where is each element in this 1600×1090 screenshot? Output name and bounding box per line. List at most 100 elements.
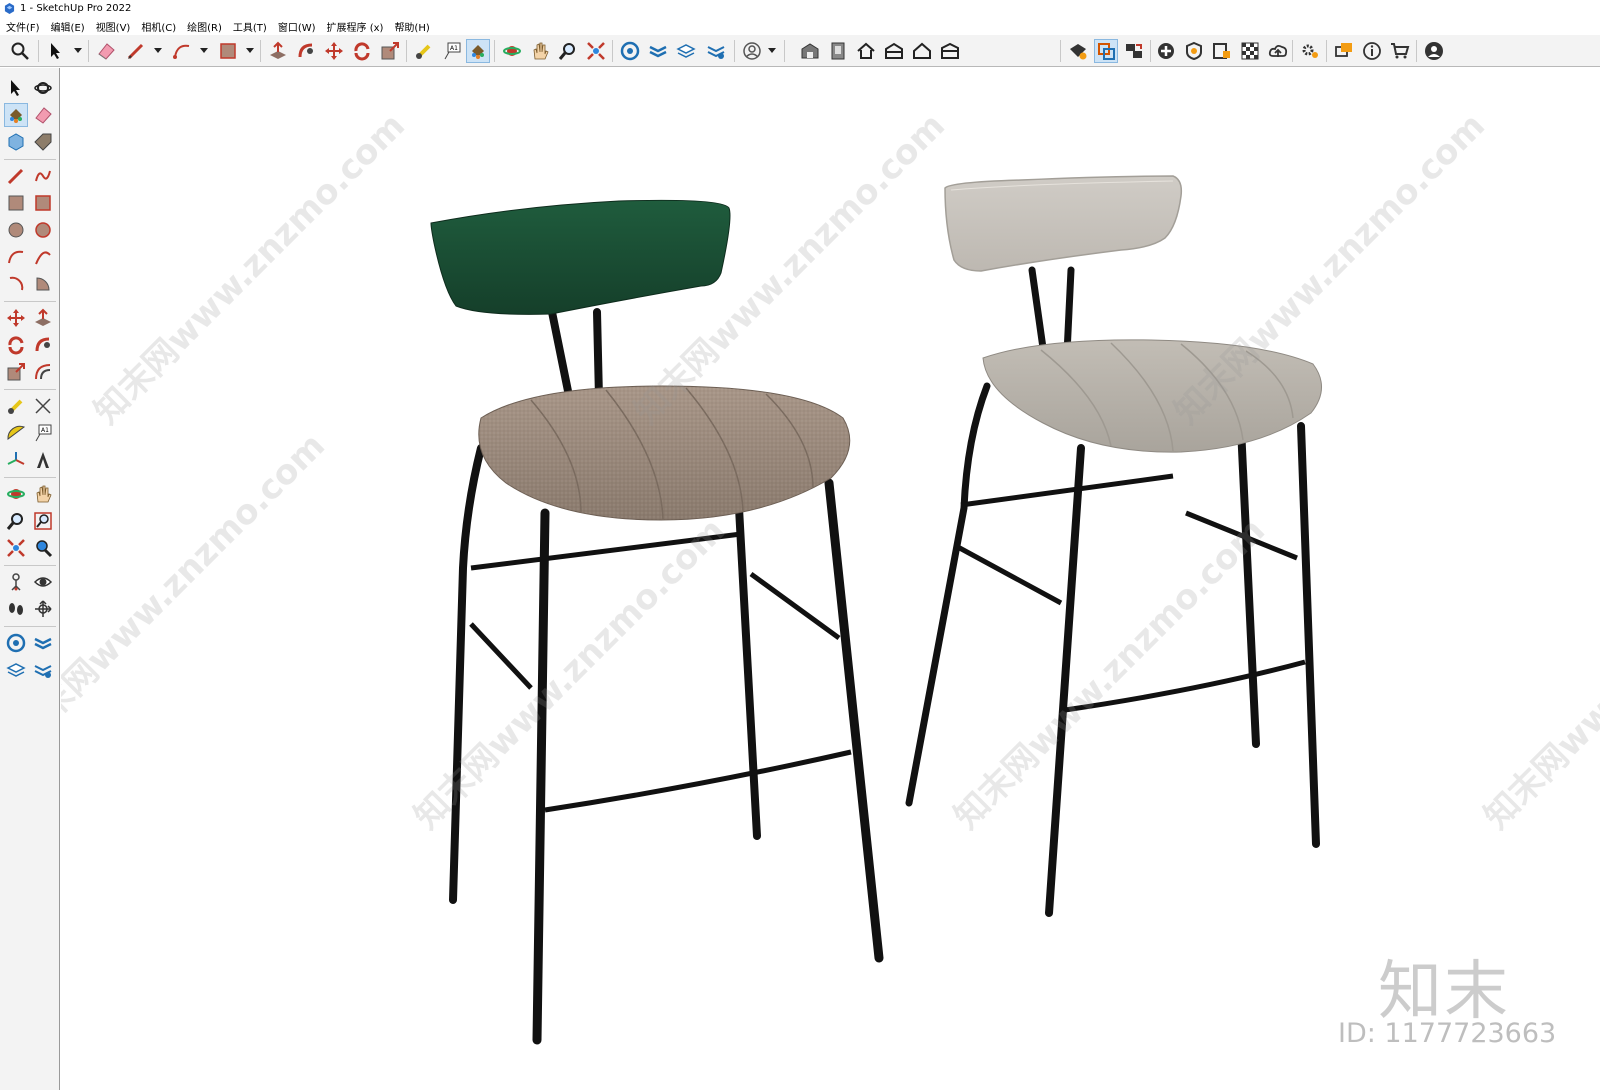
trimble-icon[interactable] xyxy=(618,39,642,63)
three-point-arc-icon[interactable] xyxy=(31,272,55,296)
menu-camera[interactable]: 相机(C) xyxy=(141,19,176,34)
push-pull-icon[interactable] xyxy=(266,39,290,63)
look-around-icon[interactable] xyxy=(31,570,55,594)
paint-bucket-icon[interactable] xyxy=(466,39,490,63)
arc-icon[interactable] xyxy=(170,39,194,63)
component-icon[interactable] xyxy=(4,130,28,154)
zoom-extents-icon[interactable] xyxy=(584,39,608,63)
pan-icon[interactable] xyxy=(31,482,55,506)
select-dropdown-icon[interactable] xyxy=(74,48,82,53)
dimension-icon[interactable] xyxy=(31,394,55,418)
add-location-icon[interactable] xyxy=(1154,39,1178,63)
orbit-icon[interactable] xyxy=(31,76,55,100)
pie-icon[interactable] xyxy=(4,272,28,296)
offset-icon[interactable] xyxy=(31,360,55,384)
account-dropdown-icon[interactable] xyxy=(768,48,776,53)
polygon-icon[interactable] xyxy=(31,218,55,242)
move-icon[interactable] xyxy=(322,39,346,63)
rotate-icon[interactable] xyxy=(350,39,374,63)
styles-icon[interactable] xyxy=(1238,39,1262,63)
chat-icon[interactable] xyxy=(1332,39,1356,63)
materials-icon[interactable] xyxy=(1210,39,1234,63)
paint-bucket-icon[interactable] xyxy=(4,103,28,127)
scale-icon[interactable] xyxy=(4,360,28,384)
walk-icon[interactable] xyxy=(4,597,28,621)
two-point-arc-icon[interactable] xyxy=(31,245,55,269)
orbit-icon[interactable] xyxy=(500,39,524,63)
zoom-window-icon[interactable] xyxy=(31,509,55,533)
rotate-icon[interactable] xyxy=(4,333,28,357)
rectangle-icon[interactable] xyxy=(216,39,240,63)
3d-text-icon[interactable] xyxy=(31,448,55,472)
component-icon[interactable] xyxy=(826,39,850,63)
settings-icon[interactable] xyxy=(1298,39,1322,63)
layers-icon[interactable] xyxy=(4,631,28,655)
zoom-extents-icon[interactable] xyxy=(4,536,28,560)
menu-help[interactable]: 帮助(H) xyxy=(394,19,429,34)
rectangle-dropdown-icon[interactable] xyxy=(246,48,254,53)
menu-draw[interactable]: 绘图(R) xyxy=(187,19,222,34)
eraser-icon[interactable] xyxy=(94,39,118,63)
bar-stool-green[interactable] xyxy=(430,199,884,1045)
model-viewport[interactable]: 知末网www.znzmo.com 知末网www.znzmo.com 知末网www… xyxy=(61,68,1600,1090)
pencil-dropdown-icon[interactable] xyxy=(154,48,162,53)
house-outline-icon[interactable] xyxy=(910,39,934,63)
rotated-rectangle-icon[interactable] xyxy=(31,191,55,215)
tape-measure-icon[interactable] xyxy=(412,39,436,63)
section-icon[interactable] xyxy=(1094,39,1118,63)
ruby-icon[interactable] xyxy=(1066,39,1090,63)
pan-icon[interactable] xyxy=(528,39,552,63)
follow-me-icon[interactable] xyxy=(294,39,318,63)
settings-icon[interactable] xyxy=(31,658,55,682)
orbit-icon[interactable] xyxy=(4,482,28,506)
eraser-icon[interactable] xyxy=(31,103,55,127)
cloud-icon[interactable] xyxy=(1266,39,1290,63)
previous-view-icon[interactable] xyxy=(31,536,55,560)
tags-icon[interactable] xyxy=(704,39,728,63)
select-icon[interactable] xyxy=(4,76,28,100)
arc-dropdown-icon[interactable] xyxy=(200,48,208,53)
warehouse-icon[interactable] xyxy=(798,39,822,63)
section-plane-icon[interactable] xyxy=(31,597,55,621)
position-camera-icon[interactable] xyxy=(4,570,28,594)
zoom-icon[interactable] xyxy=(4,509,28,533)
zoom-icon[interactable] xyxy=(556,39,580,63)
home-icon[interactable] xyxy=(854,39,878,63)
move-icon[interactable] xyxy=(4,306,28,330)
house-icon[interactable] xyxy=(882,39,906,63)
shield-icon[interactable] xyxy=(1182,39,1206,63)
circle-icon[interactable] xyxy=(4,218,28,242)
tape-measure-icon[interactable] xyxy=(4,394,28,418)
text-icon[interactable]: A1 xyxy=(31,421,55,445)
scenes-icon[interactable] xyxy=(1122,39,1146,63)
menu-tools[interactable]: 工具(T) xyxy=(233,19,267,34)
layers-icon[interactable] xyxy=(674,39,698,63)
follow-me-icon[interactable] xyxy=(31,333,55,357)
protractor-icon[interactable] xyxy=(4,421,28,445)
rectangle-icon[interactable] xyxy=(4,191,28,215)
search-icon[interactable] xyxy=(8,39,32,63)
menu-file[interactable]: 文件(F) xyxy=(6,19,40,34)
menu-view[interactable]: 视图(V) xyxy=(96,19,131,34)
pencil-icon[interactable] xyxy=(124,39,148,63)
cart-icon[interactable] xyxy=(1388,39,1412,63)
info-icon[interactable] xyxy=(1360,39,1384,63)
menu-edit[interactable]: 编辑(E) xyxy=(51,19,85,34)
scale-icon[interactable] xyxy=(378,39,402,63)
pencil-icon[interactable] xyxy=(4,164,28,188)
account-icon[interactable] xyxy=(740,39,764,63)
tag-icon[interactable] xyxy=(31,130,55,154)
box-icon[interactable] xyxy=(938,39,962,63)
select-icon[interactable] xyxy=(44,39,68,63)
arc-icon[interactable] xyxy=(4,245,28,269)
menu-extensions[interactable]: 扩展程序 (x) xyxy=(327,19,384,34)
push-pull-icon[interactable] xyxy=(31,306,55,330)
freehand-icon[interactable] xyxy=(31,164,55,188)
text-icon[interactable]: A1 xyxy=(440,39,464,63)
tags-icon[interactable] xyxy=(31,631,55,655)
axes-icon[interactable] xyxy=(4,448,28,472)
outliner-icon[interactable] xyxy=(4,658,28,682)
user-icon[interactable] xyxy=(1422,39,1446,63)
menu-window[interactable]: 窗口(W) xyxy=(278,19,316,34)
sandbox-icon[interactable] xyxy=(646,39,670,63)
